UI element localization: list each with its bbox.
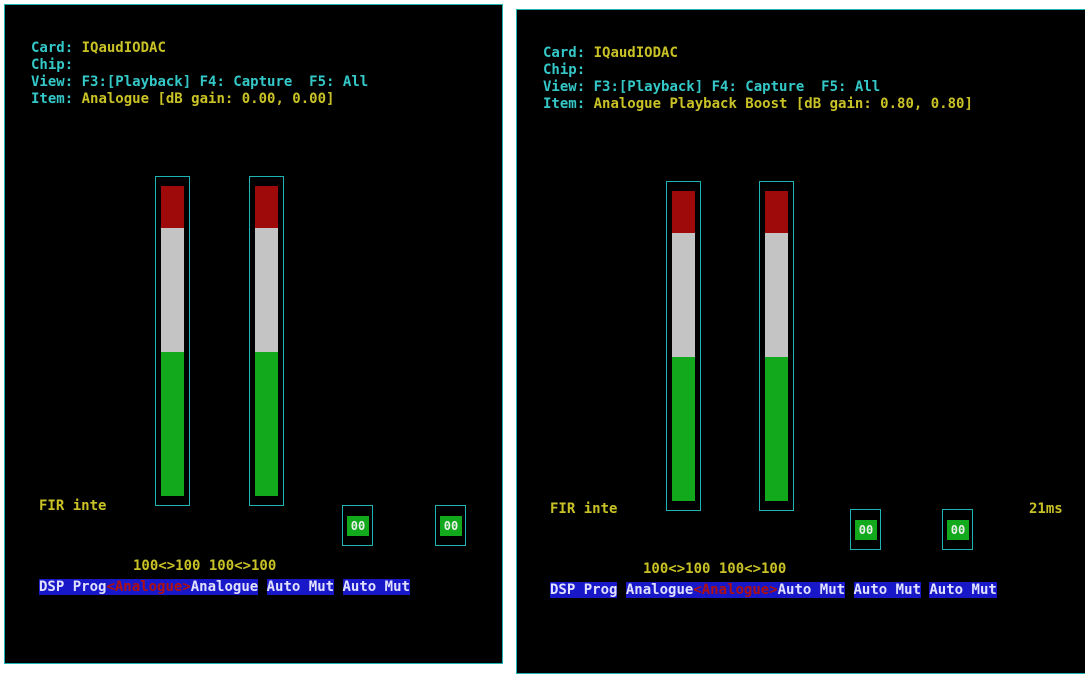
control-names-row: DSP Prog Analogue<Analogue>Auto Mut Auto… [550,580,997,600]
control-analogue-selected[interactable]: Analogue [701,582,770,598]
fir-label: FIR inte [550,501,618,517]
volume-meter-right-channel[interactable] [759,181,794,511]
bracket-left: < [106,579,115,595]
bracket-left: < [693,582,702,598]
control-dsp-prog[interactable]: DSP Prog [550,582,618,598]
switch-value: 00 [947,520,969,540]
control-auto-mut-1[interactable]: Auto Mut [777,582,846,598]
switch-value: 00 [855,520,877,540]
delay-value: 21ms [1029,501,1063,517]
control-analogue-selected[interactable]: Analogue [114,579,183,595]
auto-mute-switch-2[interactable]: 00 [942,509,973,550]
auto-mute-switch-1[interactable]: 00 [342,505,373,546]
item-value: Analogue [dB gain: 0.00, 0.00] [81,91,335,107]
view-label: View: [543,79,586,95]
control-auto-mut-2[interactable]: Auto Mut [853,582,921,598]
item-label: Item: [31,91,74,107]
control-dsp-prog[interactable]: DSP Prog [39,579,107,595]
switch-value: 00 [440,516,462,536]
item-value: Analogue Playback Boost [dB gain: 0.80, … [593,96,973,112]
header-info: Card: IQaudIODAC Chip: View: F3:[Playbac… [31,23,368,108]
switch-value: 00 [347,516,369,536]
control-analogue[interactable]: Analogue [190,579,259,595]
header-info: Card: IQaudIODAC Chip: View: F3:[Playbac… [543,28,973,113]
volume-meter-left-channel[interactable] [155,176,190,506]
card-label: Card: [31,40,74,56]
mixer-panel-right: Card: IQaudIODAC Chip: View: F3:[Playbac… [516,9,1085,674]
fir-label: FIR inte [39,498,107,514]
view-options[interactable]: F3:[Playback] F4: Capture F5: All [594,79,881,95]
volume-meter-right-channel[interactable] [249,176,284,506]
chip-label: Chip: [31,57,74,73]
control-auto-mut-2[interactable]: Auto Mut [342,579,410,595]
view-options[interactable]: F3:[Playback] F4: Capture F5: All [82,74,369,90]
volume-meter-left-channel[interactable] [666,181,701,511]
card-label: Card: [543,45,586,61]
auto-mute-switch-1[interactable]: 00 [850,509,881,550]
volume-values: 100<>100 100<>100 [643,561,787,577]
bracket-right: > [769,582,778,598]
auto-mute-switch-2[interactable]: 00 [435,505,466,546]
bracket-right: > [182,579,191,595]
control-names-row: DSP Prog<Analogue>Analogue Auto Mut Auto… [39,577,410,597]
control-analogue[interactable]: Analogue [625,582,694,598]
view-label: View: [31,74,74,90]
card-value: IQaudIODAC [81,40,166,56]
volume-values: 100<>100 100<>100 [133,558,277,574]
item-label: Item: [543,96,586,112]
chip-label: Chip: [543,62,586,78]
control-auto-mut-3[interactable]: Auto Mut [929,582,997,598]
mixer-panel-left: Card: IQaudIODAC Chip: View: F3:[Playbac… [4,4,503,664]
control-auto-mut-1[interactable]: Auto Mut [266,579,335,595]
card-value: IQaudIODAC [593,45,678,61]
